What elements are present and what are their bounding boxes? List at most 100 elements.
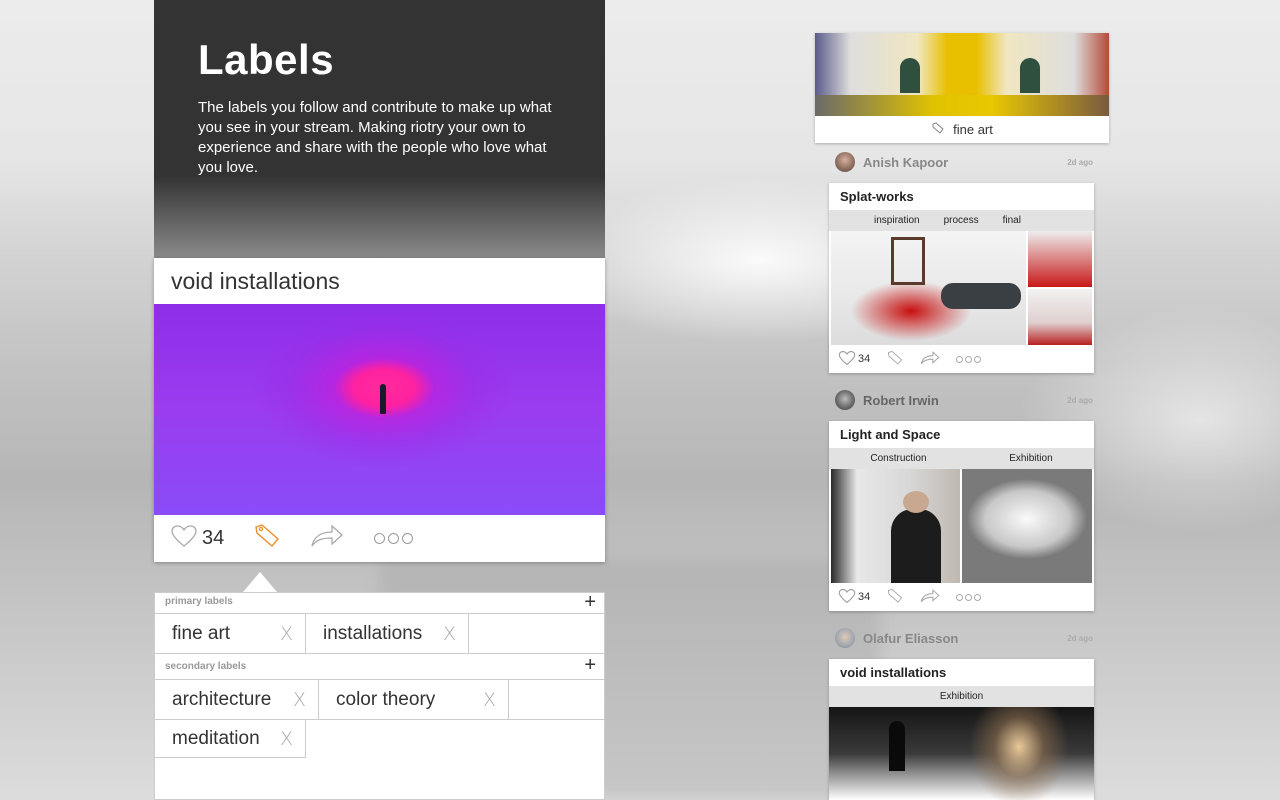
post-author-row: Anish Kapoor 2d ago bbox=[835, 151, 1093, 173]
tag-icon bbox=[252, 523, 282, 554]
post-time: 2d ago bbox=[1067, 395, 1093, 405]
secondary-labels-row-2: meditation X bbox=[155, 720, 604, 758]
tag-button[interactable] bbox=[886, 350, 904, 369]
post-actions: 34 bbox=[829, 583, 1094, 611]
heart-icon bbox=[838, 588, 856, 607]
post-title: Splat-works bbox=[840, 189, 914, 204]
post-actions: 34 bbox=[829, 345, 1094, 373]
post-card-splat-works[interactable]: Splat-works inspiration process final 34 bbox=[829, 183, 1094, 373]
tab-inspiration[interactable]: inspiration bbox=[874, 215, 920, 226]
like-count: 34 bbox=[858, 591, 871, 603]
tag-button[interactable] bbox=[886, 588, 904, 607]
primary-labels-header: primary labels + bbox=[155, 591, 604, 614]
post-card-light-and-space[interactable]: Light and Space Construction Exhibition … bbox=[829, 421, 1094, 611]
secondary-labels-header: secondary labels + bbox=[155, 654, 604, 680]
share-button[interactable] bbox=[310, 524, 344, 553]
label-tag-architecture[interactable]: architecture X bbox=[155, 680, 319, 719]
label-text: architecture bbox=[172, 688, 272, 710]
remove-label-icon[interactable]: X bbox=[280, 728, 293, 750]
like-count: 34 bbox=[858, 353, 871, 365]
more-options-button[interactable] bbox=[374, 533, 414, 544]
card-title: void installations bbox=[171, 268, 340, 294]
post-author-row: Olafur Eliasson 2d ago bbox=[835, 627, 1093, 649]
like-button[interactable]: 34 bbox=[170, 524, 224, 554]
more-options-button[interactable] bbox=[956, 593, 982, 601]
post-author-row: Robert Irwin 2d ago bbox=[835, 389, 1093, 411]
worker-silhouette bbox=[891, 509, 941, 583]
tab-exhibition[interactable]: Exhibition bbox=[940, 691, 983, 702]
post-images bbox=[829, 231, 1094, 345]
post-tabs: inspiration process final bbox=[829, 210, 1094, 231]
remove-label-icon[interactable]: X bbox=[443, 623, 456, 645]
tag-icon bbox=[886, 350, 904, 369]
tag-icon bbox=[886, 588, 904, 607]
tab-exhibition[interactable]: Exhibition bbox=[1009, 453, 1052, 464]
heart-icon bbox=[838, 350, 856, 369]
fine-art-label-card[interactable]: fine art bbox=[815, 33, 1109, 143]
post-time: 2d ago bbox=[1067, 633, 1093, 643]
labels-pointer bbox=[243, 572, 277, 592]
label-text: installations bbox=[323, 622, 423, 644]
label-tag-fine-art[interactable]: fine art X bbox=[155, 614, 306, 653]
label-tag-color-theory[interactable]: color theory X bbox=[319, 680, 509, 719]
labels-header: Labels The labels you follow and contrib… bbox=[154, 0, 605, 258]
share-button[interactable] bbox=[920, 350, 940, 368]
tag-button[interactable] bbox=[252, 523, 282, 554]
post-card-void-installations[interactable]: void installations Exhibition bbox=[829, 659, 1094, 800]
like-button[interactable]: 34 bbox=[838, 588, 870, 607]
post-title: void installations bbox=[840, 665, 947, 680]
cannon bbox=[941, 283, 1021, 309]
post-tabs: Construction Exhibition bbox=[829, 448, 1094, 469]
share-arrow-icon bbox=[920, 350, 940, 368]
avatar[interactable] bbox=[835, 390, 855, 410]
remove-label-icon[interactable]: X bbox=[483, 689, 496, 711]
author-name[interactable]: Anish Kapoor bbox=[863, 155, 948, 170]
share-button[interactable] bbox=[920, 588, 940, 606]
dot-icon bbox=[974, 355, 982, 363]
post-tabs: Exhibition bbox=[829, 686, 1094, 707]
remove-label-icon[interactable]: X bbox=[280, 623, 293, 645]
construction-image[interactable] bbox=[831, 469, 960, 583]
avatar[interactable] bbox=[835, 152, 855, 172]
tab-process[interactable]: process bbox=[944, 215, 979, 226]
gallery-window bbox=[1020, 58, 1040, 93]
splat-image-3[interactable] bbox=[1028, 289, 1092, 345]
tag-icon bbox=[931, 122, 945, 137]
label-tag-meditation[interactable]: meditation X bbox=[155, 720, 306, 758]
dot-icon bbox=[965, 593, 973, 601]
avatar[interactable] bbox=[835, 628, 855, 648]
dot-icon bbox=[374, 533, 386, 544]
void-exhibition-image[interactable] bbox=[829, 707, 1094, 800]
tab-construction[interactable]: Construction bbox=[870, 453, 926, 464]
label-text: color theory bbox=[336, 688, 436, 710]
splat-image-2[interactable] bbox=[1028, 231, 1092, 287]
card-image[interactable] bbox=[154, 304, 605, 515]
share-arrow-icon bbox=[310, 524, 344, 553]
dot-icon bbox=[965, 355, 973, 363]
void-installations-card[interactable]: void installations 34 bbox=[154, 258, 605, 562]
splat-image-main[interactable] bbox=[831, 231, 1026, 345]
gallery-window bbox=[900, 58, 920, 93]
author-name[interactable]: Olafur Eliasson bbox=[863, 631, 958, 646]
label-tag-installations[interactable]: installations X bbox=[306, 614, 469, 653]
post-title: Light and Space bbox=[840, 427, 941, 442]
more-options-button[interactable] bbox=[956, 355, 982, 363]
page-description: The labels you follow and contribute to … bbox=[198, 99, 552, 176]
fine-art-label-text: fine art bbox=[953, 122, 993, 137]
share-arrow-icon bbox=[920, 588, 940, 606]
tab-final[interactable]: final bbox=[1003, 215, 1021, 226]
label-text: fine art bbox=[172, 622, 231, 644]
dot-icon bbox=[974, 593, 982, 601]
door-frame bbox=[891, 237, 925, 285]
like-button[interactable]: 34 bbox=[838, 350, 870, 369]
exhibition-image[interactable] bbox=[962, 469, 1092, 583]
page-title: Labels bbox=[198, 36, 335, 83]
dot-icon bbox=[956, 593, 964, 601]
add-primary-label-button[interactable]: + bbox=[584, 591, 596, 614]
add-secondary-label-button[interactable]: + bbox=[584, 654, 596, 677]
remove-label-icon[interactable]: X bbox=[293, 689, 306, 711]
author-name[interactable]: Robert Irwin bbox=[863, 393, 939, 408]
label-text: meditation bbox=[172, 727, 260, 749]
primary-labels-row: fine art X installations X bbox=[155, 614, 604, 654]
gallery-image bbox=[815, 33, 1109, 116]
